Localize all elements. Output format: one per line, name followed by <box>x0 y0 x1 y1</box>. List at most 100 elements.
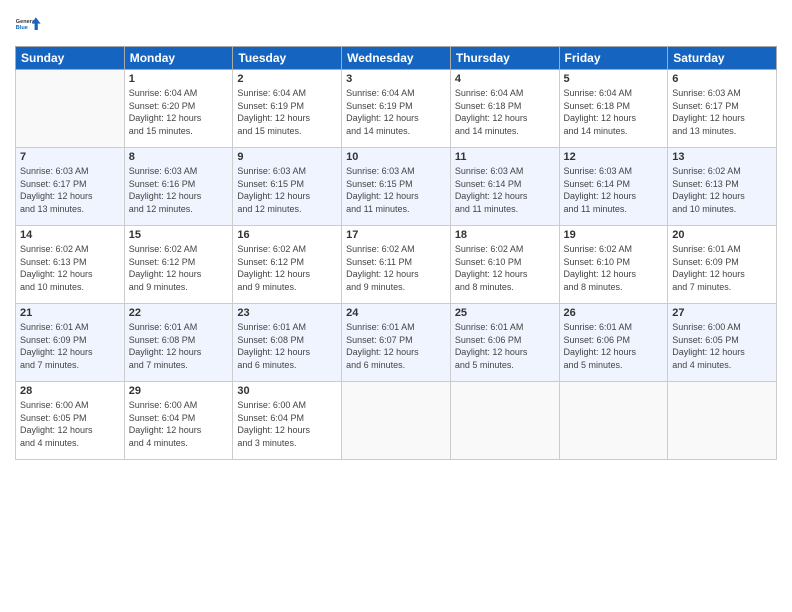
calendar-cell: 26 Sunrise: 6:01 AM Sunset: 6:06 PM Dayli… <box>559 304 668 382</box>
day-number: 25 <box>455 307 555 319</box>
day-info: Sunrise: 6:03 AM Sunset: 6:17 PM Dayligh… <box>672 87 772 137</box>
day-number: 7 <box>20 151 120 163</box>
calendar-cell: 27Sunrise: 6:00 AM Sunset: 6:05 PM Dayli… <box>668 304 777 382</box>
day-info: Sunrise: 6:02 AM Sunset: 6:11 PM Dayligh… <box>346 243 446 293</box>
day-info: Sunrise: 6:01 AM Sunset: 6:07 PM Dayligh… <box>346 321 446 371</box>
calendar-week-1: 1 Sunrise: 6:04 AM Sunset: 6:20 PM Daylig… <box>16 70 777 148</box>
calendar-week-5: 28 Sunrise: 6:00 AM Sunset: 6:05 PM Dayli… <box>16 382 777 460</box>
day-info: Sunrise: 6:01 AM Sunset: 6:06 PM Dayligh… <box>564 321 664 371</box>
day-info: Sunrise: 6:03 AM Sunset: 6:15 PM Dayligh… <box>346 165 446 215</box>
day-info: Sunrise: 6:02 AM Sunset: 6:12 PM Dayligh… <box>129 243 229 293</box>
day-info: Sunrise: 6:01 AM Sunset: 6:06 PM Dayligh… <box>455 321 555 371</box>
day-number: 9 <box>237 151 337 163</box>
calendar-cell: 11Sunrise: 6:03 AM Sunset: 6:14 PM Dayli… <box>450 148 559 226</box>
day-number: 17 <box>346 229 446 241</box>
calendar-cell: 13 Sunrise: 6:02 AM Sunset: 6:13 PM Dayli… <box>668 148 777 226</box>
day-info: Sunrise: 6:03 AM Sunset: 6:14 PM Dayligh… <box>564 165 664 215</box>
day-header-thursday: Thursday <box>450 47 559 70</box>
calendar-cell: 17 Sunrise: 6:02 AM Sunset: 6:11 PM Dayli… <box>342 226 451 304</box>
calendar: SundayMondayTuesdayWednesdayThursdayFrid… <box>15 46 777 460</box>
day-number: 12 <box>564 151 664 163</box>
day-number: 6 <box>672 73 772 85</box>
day-number: 22 <box>129 307 229 319</box>
day-info: Sunrise: 6:02 AM Sunset: 6:13 PM Dayligh… <box>672 165 772 215</box>
day-info: Sunrise: 6:02 AM Sunset: 6:10 PM Dayligh… <box>455 243 555 293</box>
day-info: Sunrise: 6:03 AM Sunset: 6:16 PM Dayligh… <box>129 165 229 215</box>
calendar-cell: 29 Sunrise: 6:00 AM Sunset: 6:04 PM Dayli… <box>124 382 233 460</box>
day-info: Sunrise: 6:00 AM Sunset: 6:05 PM Dayligh… <box>20 399 120 449</box>
calendar-cell <box>559 382 668 460</box>
day-number: 10 <box>346 151 446 163</box>
day-info: Sunrise: 6:04 AM Sunset: 6:18 PM Dayligh… <box>455 87 555 137</box>
day-number: 15 <box>129 229 229 241</box>
calendar-cell: 19Sunrise: 6:02 AM Sunset: 6:10 PM Dayli… <box>559 226 668 304</box>
day-info: Sunrise: 6:04 AM Sunset: 6:19 PM Dayligh… <box>346 87 446 137</box>
day-info: Sunrise: 6:01 AM Sunset: 6:08 PM Dayligh… <box>129 321 229 371</box>
calendar-cell: 8Sunrise: 6:03 AM Sunset: 6:16 PM Daylig… <box>124 148 233 226</box>
calendar-cell: 23 Sunrise: 6:01 AM Sunset: 6:08 PM Dayli… <box>233 304 342 382</box>
day-header-tuesday: Tuesday <box>233 47 342 70</box>
day-info: Sunrise: 6:04 AM Sunset: 6:18 PM Dayligh… <box>564 87 664 137</box>
day-number: 24 <box>346 307 446 319</box>
calendar-cell: 16 Sunrise: 6:02 AM Sunset: 6:12 PM Dayli… <box>233 226 342 304</box>
day-info: Sunrise: 6:02 AM Sunset: 6:13 PM Dayligh… <box>20 243 120 293</box>
calendar-cell <box>668 382 777 460</box>
day-info: Sunrise: 6:04 AM Sunset: 6:20 PM Dayligh… <box>129 87 229 137</box>
day-number: 5 <box>564 73 664 85</box>
calendar-cell: 4 Sunrise: 6:04 AM Sunset: 6:18 PM Daylig… <box>450 70 559 148</box>
day-info: Sunrise: 6:00 AM Sunset: 6:04 PM Dayligh… <box>237 399 337 449</box>
day-info: Sunrise: 6:01 AM Sunset: 6:08 PM Dayligh… <box>237 321 337 371</box>
calendar-cell: 20 Sunrise: 6:01 AM Sunset: 6:09 PM Dayli… <box>668 226 777 304</box>
calendar-cell: 12 Sunrise: 6:03 AM Sunset: 6:14 PM Dayli… <box>559 148 668 226</box>
calendar-header-row: SundayMondayTuesdayWednesdayThursdayFrid… <box>16 47 777 70</box>
calendar-cell: 22 Sunrise: 6:01 AM Sunset: 6:08 PM Dayli… <box>124 304 233 382</box>
day-header-monday: Monday <box>124 47 233 70</box>
logo: GeneralBlue <box>15 10 43 38</box>
day-info: Sunrise: 6:01 AM Sunset: 6:09 PM Dayligh… <box>672 243 772 293</box>
day-number: 23 <box>237 307 337 319</box>
day-number: 2 <box>237 73 337 85</box>
calendar-cell: 5 Sunrise: 6:04 AM Sunset: 6:18 PM Daylig… <box>559 70 668 148</box>
calendar-week-3: 14 Sunrise: 6:02 AM Sunset: 6:13 PM Dayli… <box>16 226 777 304</box>
logo-icon: GeneralBlue <box>15 10 43 38</box>
calendar-cell: 3Sunrise: 6:04 AM Sunset: 6:19 PM Daylig… <box>342 70 451 148</box>
calendar-cell: 10 Sunrise: 6:03 AM Sunset: 6:15 PM Dayli… <box>342 148 451 226</box>
calendar-cell: 30 Sunrise: 6:00 AM Sunset: 6:04 PM Dayli… <box>233 382 342 460</box>
calendar-cell: 15 Sunrise: 6:02 AM Sunset: 6:12 PM Dayli… <box>124 226 233 304</box>
day-number: 13 <box>672 151 772 163</box>
calendar-cell: 14 Sunrise: 6:02 AM Sunset: 6:13 PM Dayli… <box>16 226 125 304</box>
day-number: 18 <box>455 229 555 241</box>
day-number: 1 <box>129 73 229 85</box>
calendar-cell <box>450 382 559 460</box>
calendar-cell: 1 Sunrise: 6:04 AM Sunset: 6:20 PM Daylig… <box>124 70 233 148</box>
calendar-week-2: 7Sunrise: 6:03 AM Sunset: 6:17 PM Daylig… <box>16 148 777 226</box>
calendar-cell: 25 Sunrise: 6:01 AM Sunset: 6:06 PM Dayli… <box>450 304 559 382</box>
calendar-cell: 6 Sunrise: 6:03 AM Sunset: 6:17 PM Daylig… <box>668 70 777 148</box>
calendar-cell <box>342 382 451 460</box>
day-header-saturday: Saturday <box>668 47 777 70</box>
day-number: 26 <box>564 307 664 319</box>
calendar-cell: 2Sunrise: 6:04 AM Sunset: 6:19 PM Daylig… <box>233 70 342 148</box>
day-info: Sunrise: 6:02 AM Sunset: 6:12 PM Dayligh… <box>237 243 337 293</box>
calendar-cell: 7Sunrise: 6:03 AM Sunset: 6:17 PM Daylig… <box>16 148 125 226</box>
page-header: GeneralBlue <box>15 10 777 38</box>
day-number: 19 <box>564 229 664 241</box>
day-number: 21 <box>20 307 120 319</box>
day-info: Sunrise: 6:03 AM Sunset: 6:14 PM Dayligh… <box>455 165 555 215</box>
day-number: 20 <box>672 229 772 241</box>
day-number: 30 <box>237 385 337 397</box>
day-number: 16 <box>237 229 337 241</box>
day-info: Sunrise: 6:00 AM Sunset: 6:04 PM Dayligh… <box>129 399 229 449</box>
calendar-cell: 28 Sunrise: 6:00 AM Sunset: 6:05 PM Dayli… <box>16 382 125 460</box>
day-number: 14 <box>20 229 120 241</box>
day-number: 4 <box>455 73 555 85</box>
day-header-wednesday: Wednesday <box>342 47 451 70</box>
calendar-cell: 18 Sunrise: 6:02 AM Sunset: 6:10 PM Dayli… <box>450 226 559 304</box>
calendar-cell <box>16 70 125 148</box>
calendar-cell: 9 Sunrise: 6:03 AM Sunset: 6:15 PM Daylig… <box>233 148 342 226</box>
day-header-sunday: Sunday <box>16 47 125 70</box>
day-number: 28 <box>20 385 120 397</box>
day-info: Sunrise: 6:03 AM Sunset: 6:15 PM Dayligh… <box>237 165 337 215</box>
day-number: 29 <box>129 385 229 397</box>
day-number: 27 <box>672 307 772 319</box>
